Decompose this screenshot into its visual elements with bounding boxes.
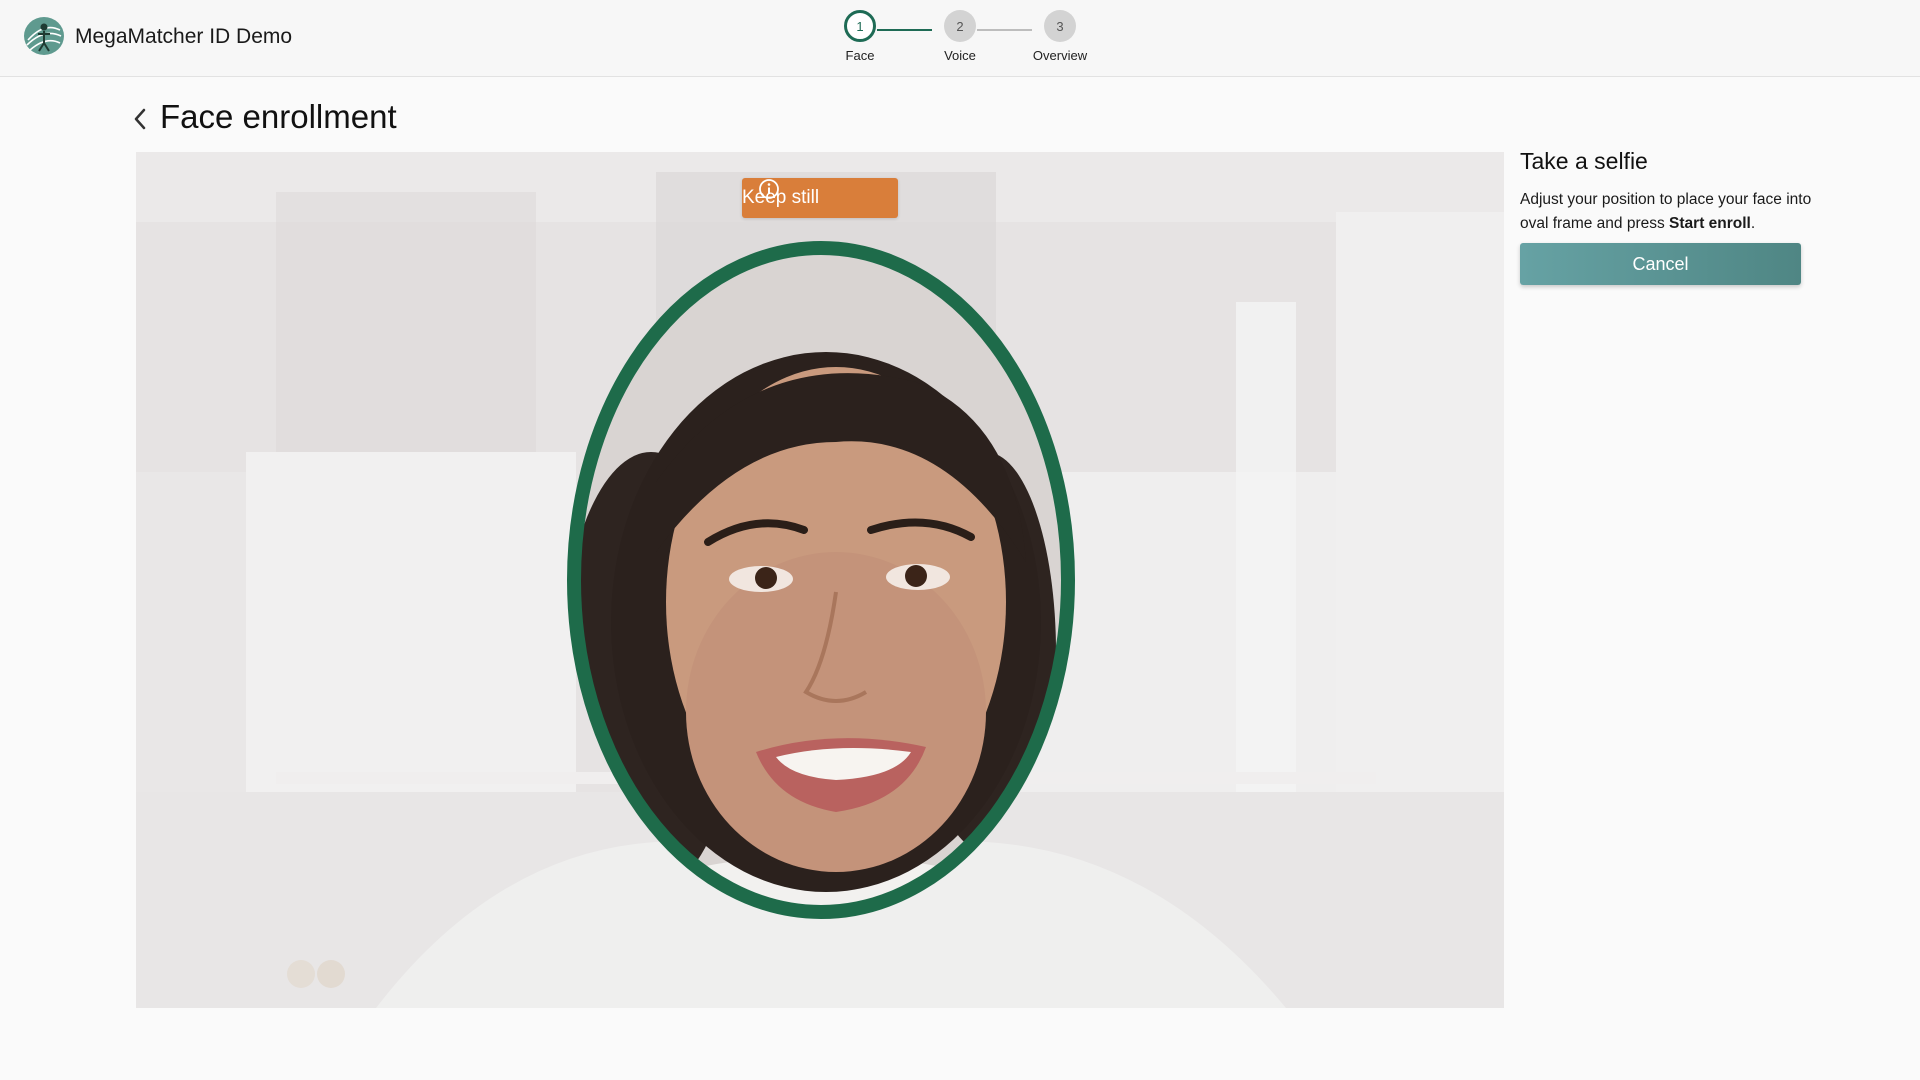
step-face-label: Face xyxy=(845,48,875,63)
step-face-number: 1 xyxy=(844,10,876,42)
step-overview[interactable]: 3 Overview xyxy=(1020,10,1100,63)
side-panel-description: Adjust your position to place your face … xyxy=(1520,188,1820,236)
description-suffix: . xyxy=(1750,215,1756,232)
step-overview-number: 3 xyxy=(1044,10,1076,42)
step-overview-label: Overview xyxy=(1032,48,1088,63)
camera-preview: Keep still xyxy=(136,152,1504,1008)
camera-scene xyxy=(136,152,1504,1008)
app-logo-icon xyxy=(24,17,64,55)
step-face[interactable]: 1 Face xyxy=(820,10,900,63)
cancel-button[interactable]: Cancel xyxy=(1520,243,1801,285)
step-voice-label: Voice xyxy=(944,48,976,63)
chevron-left-icon[interactable] xyxy=(130,105,150,133)
info-icon xyxy=(759,179,779,199)
side-panel-title: Take a selfie xyxy=(1520,148,1648,174)
description-bold-text: Start enroll xyxy=(1669,215,1751,232)
step-voice[interactable]: 2 Voice xyxy=(920,10,1000,63)
step-voice-number: 2 xyxy=(944,10,976,42)
description-text: Adjust your position to place your face … xyxy=(1520,191,1812,232)
app-header: MegaMatcher ID Demo 1 Face 2 Voice 3 Ove… xyxy=(0,0,1920,77)
page-title: Face enrollment xyxy=(160,98,397,135)
toast-text: Keep still xyxy=(742,187,820,208)
progress-stepper: 1 Face 2 Voice 3 Overview xyxy=(820,10,1100,70)
app-title: MegaMatcher ID Demo xyxy=(75,25,293,48)
keep-still-toast: Keep still xyxy=(742,178,898,218)
